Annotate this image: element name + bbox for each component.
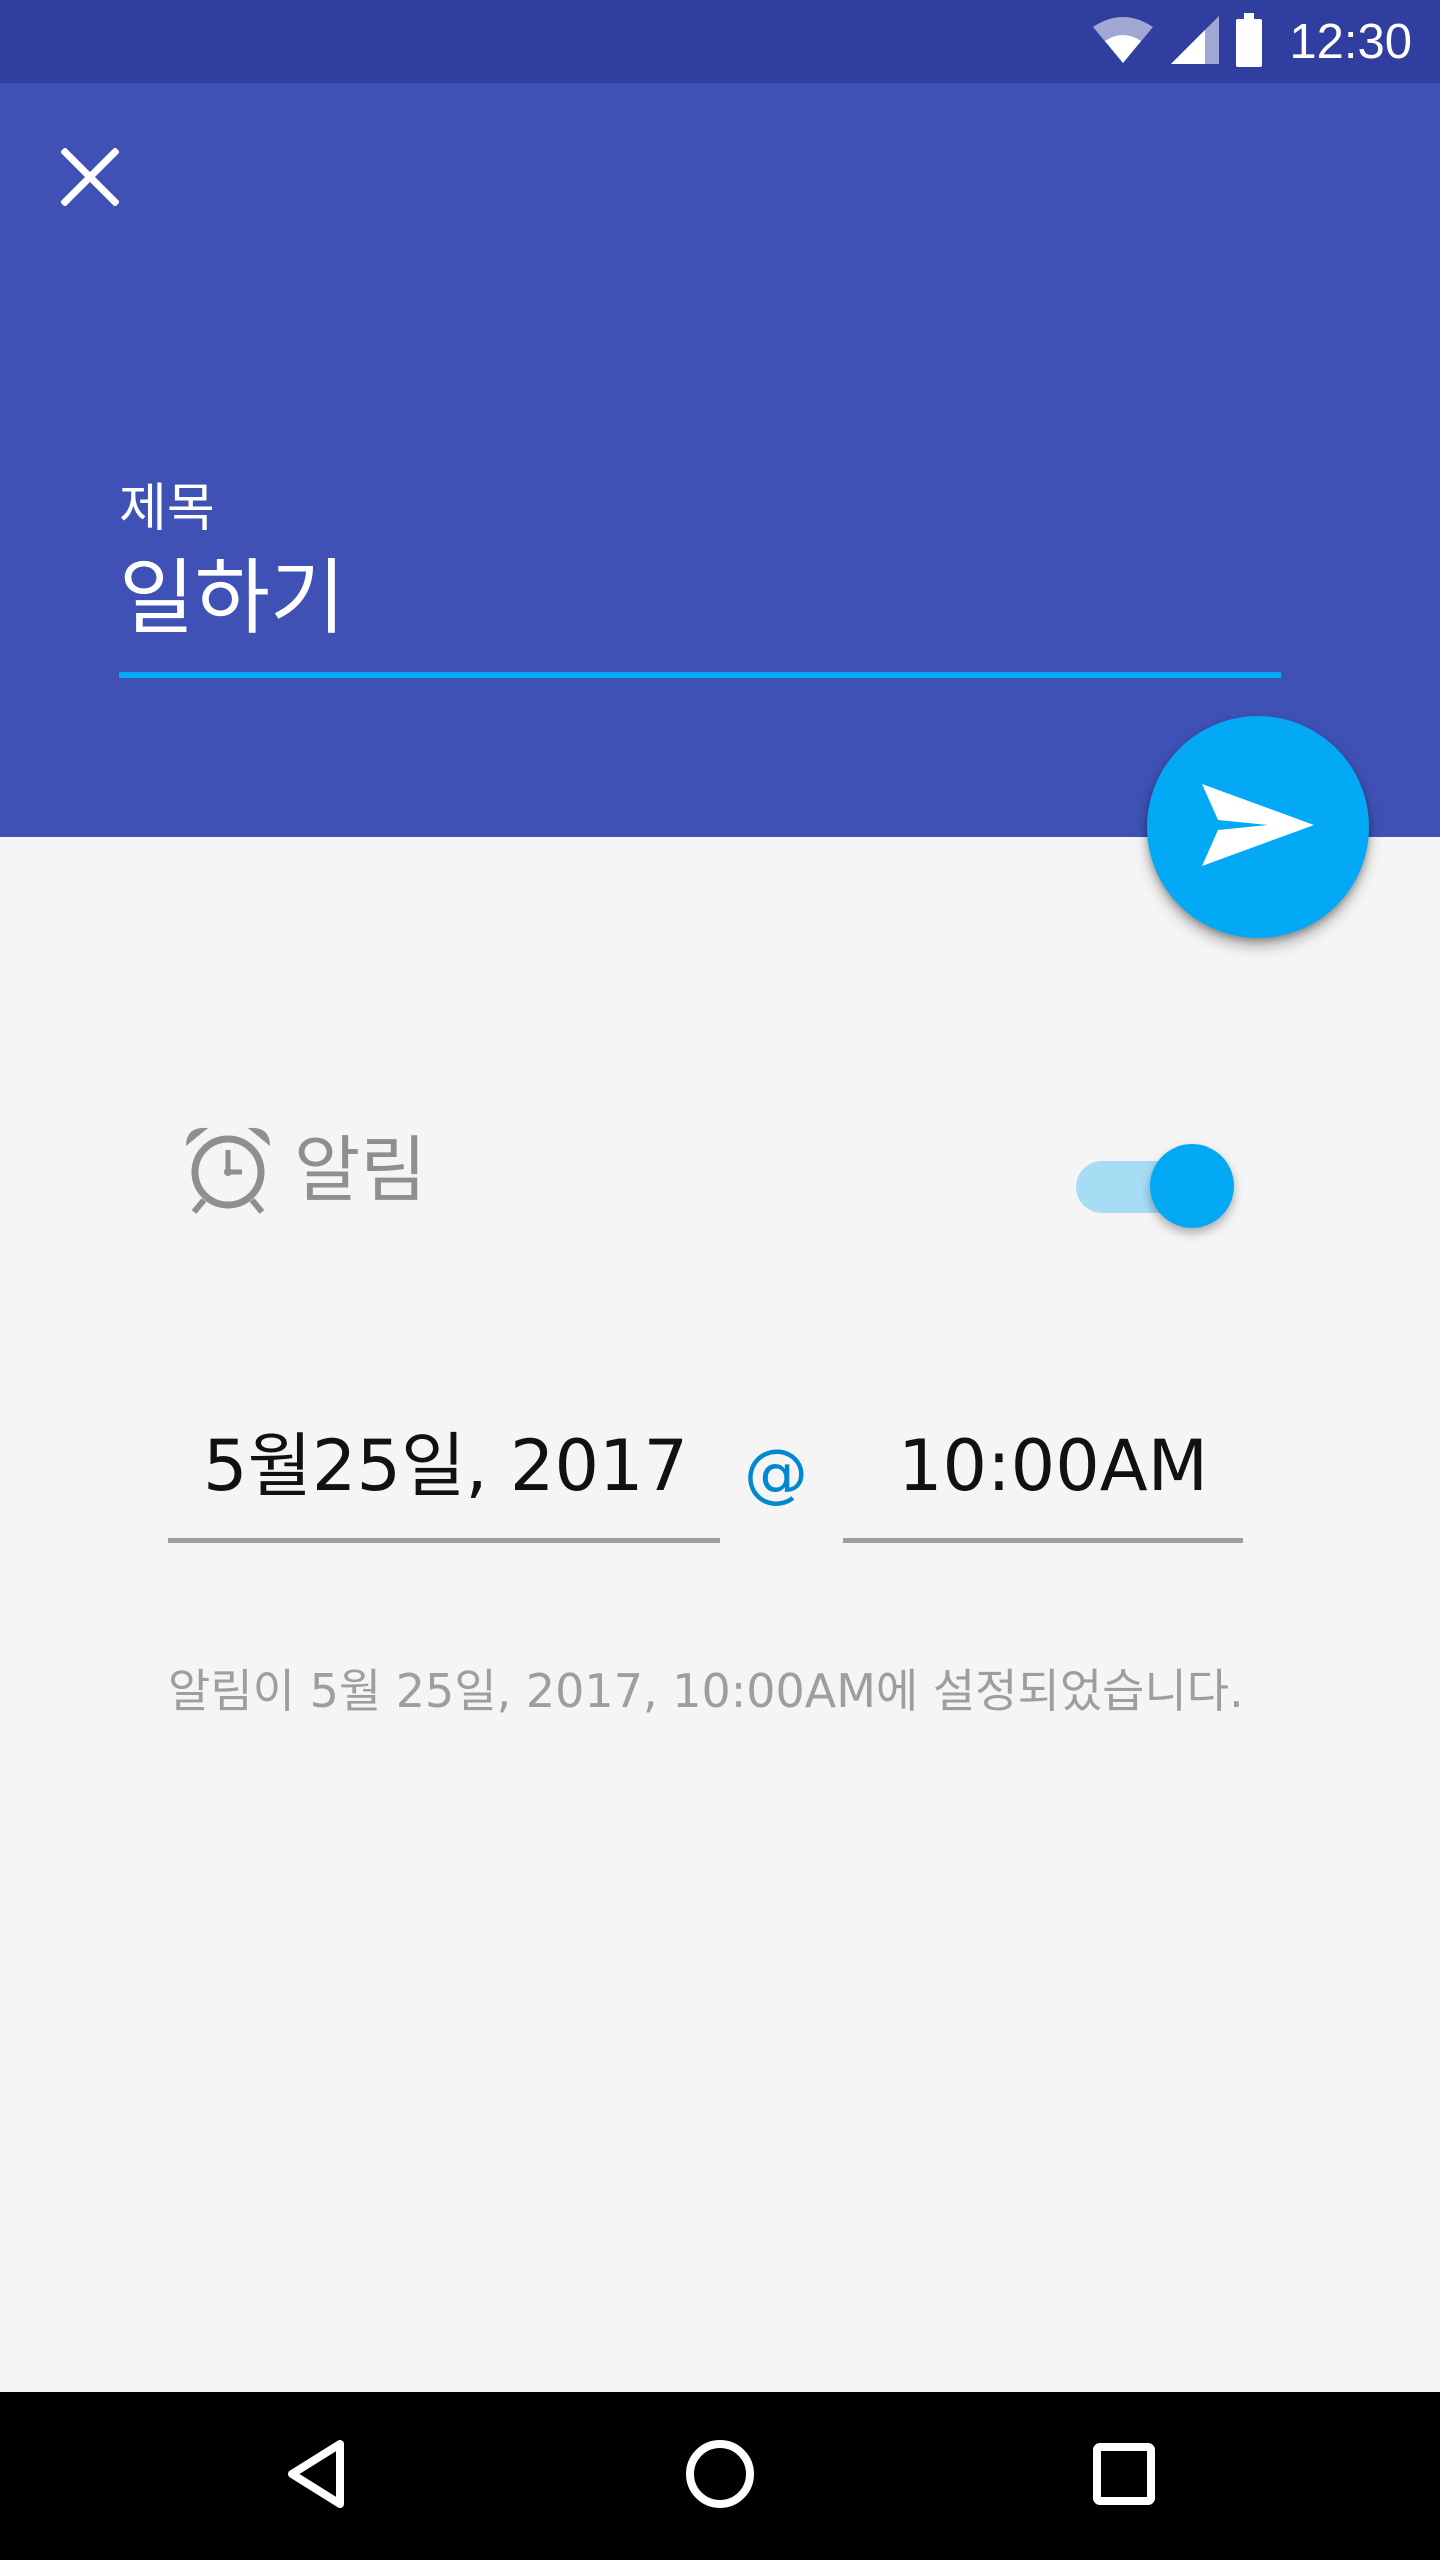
at-separator: @ — [744, 1437, 808, 1511]
wifi-icon — [1091, 15, 1155, 69]
alarm-toggle[interactable] — [1076, 1140, 1236, 1234]
alarm-info-text: 알림이 5월 25일, 2017, 10:00AM에 설정되었습니다. — [168, 1664, 1244, 1718]
date-value: 5월25일, 2017 — [203, 1425, 689, 1507]
title-label: 제목 — [119, 479, 215, 539]
alarm-label: 알림 — [294, 1128, 427, 1212]
title-input[interactable]: 일하기 — [119, 558, 1281, 640]
back-button[interactable] — [262, 2422, 370, 2530]
recents-icon — [1092, 2442, 1156, 2510]
back-icon — [284, 2438, 348, 2514]
send-icon — [1198, 780, 1318, 874]
close-icon — [60, 147, 120, 210]
navigation-bar — [0, 2392, 1440, 2560]
date-field[interactable]: 5월25일, 2017 — [168, 1410, 720, 1543]
title-underline — [119, 672, 1281, 678]
toggle-thumb — [1150, 1144, 1234, 1228]
status-bar: 12:30 — [0, 0, 1440, 83]
time-value: 10:00AM — [898, 1425, 1209, 1507]
battery-icon — [1235, 12, 1263, 71]
send-button[interactable] — [1147, 716, 1369, 938]
alarm-row: 알림 — [180, 1120, 426, 1220]
recents-button[interactable] — [1070, 2422, 1178, 2530]
alarm-clock-icon — [180, 1120, 276, 1220]
signal-icon — [1169, 14, 1221, 70]
home-icon — [684, 2438, 756, 2514]
status-icons: 12:30 — [1091, 0, 1412, 83]
time-field[interactable]: 10:00AM — [843, 1410, 1243, 1543]
close-button[interactable] — [44, 133, 136, 225]
home-button[interactable] — [666, 2422, 774, 2530]
status-time: 12:30 — [1289, 14, 1412, 69]
